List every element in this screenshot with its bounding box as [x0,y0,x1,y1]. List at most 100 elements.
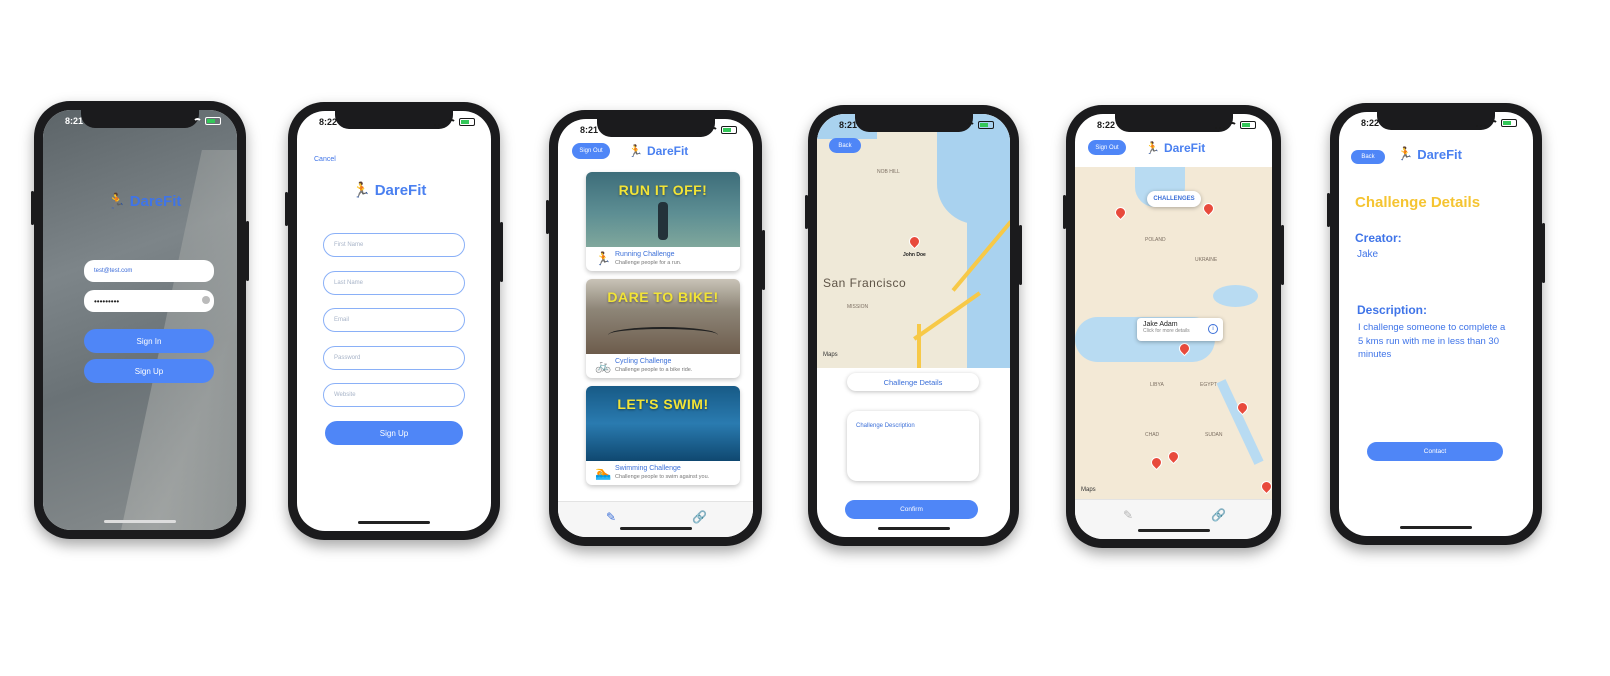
cancel-button[interactable]: Cancel [314,156,336,163]
phone-challenges: 8:21 Sign Out 🏃 DareFit RUN IT OFF! 🏃 Ru… [546,110,765,546]
pin-label: John Doe [903,252,926,258]
home-indicator [619,527,692,530]
wifi-icon [447,118,456,126]
app-logo: 🏃 DareFit [352,181,427,200]
home-indicator [1137,529,1210,532]
app-logo: 🏃 DareFit [628,144,689,158]
map-pin-icon[interactable] [1165,448,1182,465]
runner-icon: 🏃 [107,193,126,210]
password-field[interactable]: Password [323,346,465,370]
pencil-icon[interactable]: ✎ [1123,508,1133,522]
status-time: 8:22 [1097,120,1116,130]
battery-icon [459,118,475,126]
apple-maps-badge: Maps [823,352,838,358]
runner-icon: 🏃 [1145,141,1160,155]
status-time: 8:22 [319,117,338,127]
runner-icon: 🏃 [352,182,371,199]
home-indicator [877,527,950,530]
challenge-description-field[interactable]: Challenge Description [847,411,979,481]
banner-title: LET'S SWIM! [617,396,709,412]
cycling-banner-image: DARE TO BIKE! [586,279,740,354]
apple-maps-badge: Maps [1081,487,1096,493]
email-field[interactable]: test@test.com [84,260,214,282]
bike-wheels [608,327,718,343]
bike-icon: 🚲 [595,358,612,373]
tab-bar: ✎ 🔗 [558,501,753,537]
pencil-icon[interactable]: ✎ [606,510,616,524]
phone-create-challenge: NOB HILL MISSION San Francisco John Doe … [805,105,1022,546]
last-name-field[interactable]: Last Name [323,271,465,295]
banner-title: DARE TO BIKE! [607,289,719,305]
status-time: 8:21 [580,125,599,135]
info-icon[interactable]: i [1208,324,1218,334]
swim-icon: 🏊 [595,465,612,480]
phone-signup: 8:22 Cancel 🏃 DareFit First Name Last Na… [285,102,503,540]
runner-icon: 🏃 [595,251,612,266]
create-challenge-screen: NOB HILL MISSION San Francisco John Doe … [817,114,1010,537]
creator-label: Creator: [1355,231,1402,245]
map-pin-icon[interactable] [1112,204,1129,221]
password-field[interactable]: ••••••••• [84,290,214,312]
battery-icon [721,126,737,134]
link-icon[interactable]: 🔗 [1211,508,1226,522]
map-pin-icon[interactable] [1200,200,1217,217]
bay-water-south [967,214,1010,368]
wifi-icon [193,117,202,125]
swimming-banner-image: LET'S SWIM! [586,386,740,461]
clear-icon[interactable] [202,296,210,304]
wifi-icon [966,121,975,129]
map-label: POLAND [1145,237,1166,243]
map-view[interactable]: POLAND UKRAINE LIBYA EGYPT SUDAN CHAD Ja… [1075,167,1272,499]
signal-icon [1476,120,1486,127]
challenge-name: Swimming Challenge [615,465,681,472]
running-banner-image: RUN IT OFF! [586,172,740,247]
freeway [917,324,921,368]
challenge-description: Challenge people to swim against you. [615,474,710,480]
signal-icon [434,119,444,126]
challenge-description: Challenge people to a bike ride. [615,367,693,373]
map-label: LIBYA [1150,382,1164,388]
sign-up-button[interactable]: Sign Up [84,359,214,383]
challenges-screen: 8:21 Sign Out 🏃 DareFit RUN IT OFF! 🏃 Ru… [558,119,753,537]
battery-icon [1240,121,1256,129]
city-label: San Francisco [823,276,907,290]
running-challenge-card[interactable]: RUN IT OFF! 🏃 Running Challenge Challeng… [586,172,740,271]
map-pin-icon[interactable] [1148,454,1165,471]
challenges-badge[interactable]: CHALLENGES [1147,191,1201,207]
confirm-button[interactable]: Confirm [845,500,978,519]
map-label: SUDAN [1205,432,1223,438]
black-sea [1213,285,1258,307]
signal-icon [696,127,706,134]
sign-out-button[interactable]: Sign Out [572,143,610,159]
map-pin-icon[interactable] [1258,478,1272,495]
phone-challenges-map: 8:22 Sign Out 🏃 DareFit POLAND UKRAINE L… [1063,105,1284,548]
phone-challenge-details: 8:22 Back 🏃 DareFit Challenge Details Cr… [1327,103,1545,545]
map-pin-icon[interactable] [906,233,923,250]
battery-icon [1501,119,1517,127]
sign-out-button[interactable]: Sign Out [1088,140,1126,155]
status-bar: 8:22 [1339,118,1533,130]
link-icon[interactable]: 🔗 [692,510,707,524]
status-bar: 8:21 [817,120,1010,132]
challenge-details-button[interactable]: Challenge Details [847,373,979,391]
website-field[interactable]: Website [323,383,465,407]
back-button[interactable]: Back [829,138,861,153]
first-name-field[interactable]: First Name [323,233,465,257]
sign-up-button[interactable]: Sign Up [325,421,463,445]
signup-screen: 8:22 Cancel 🏃 DareFit First Name Last Na… [297,111,491,531]
status-bar: 8:22 [297,117,491,129]
signal-icon [1215,122,1225,129]
map-label: MISSION [847,304,869,310]
swimming-challenge-card[interactable]: LET'S SWIM! 🏊 Swimming Challenge Challen… [586,386,740,485]
home-indicator [1400,526,1472,529]
pin-callout[interactable]: Jake Adam Click for more details i [1137,318,1223,341]
challenges-map-screen: 8:22 Sign Out 🏃 DareFit POLAND UKRAINE L… [1075,114,1272,539]
cycling-challenge-card[interactable]: DARE TO BIKE! 🚲 Cycling Challenge Challe… [586,279,740,378]
contact-button[interactable]: Contact [1367,442,1503,461]
challenge-details-screen: 8:22 Back 🏃 DareFit Challenge Details Cr… [1339,112,1533,536]
status-bar: 8:22 [1075,120,1272,132]
status-time: 8:21 [839,120,858,130]
back-button[interactable]: Back [1351,150,1385,164]
email-field[interactable]: Email [323,308,465,332]
sign-in-button[interactable]: Sign In [84,329,214,353]
